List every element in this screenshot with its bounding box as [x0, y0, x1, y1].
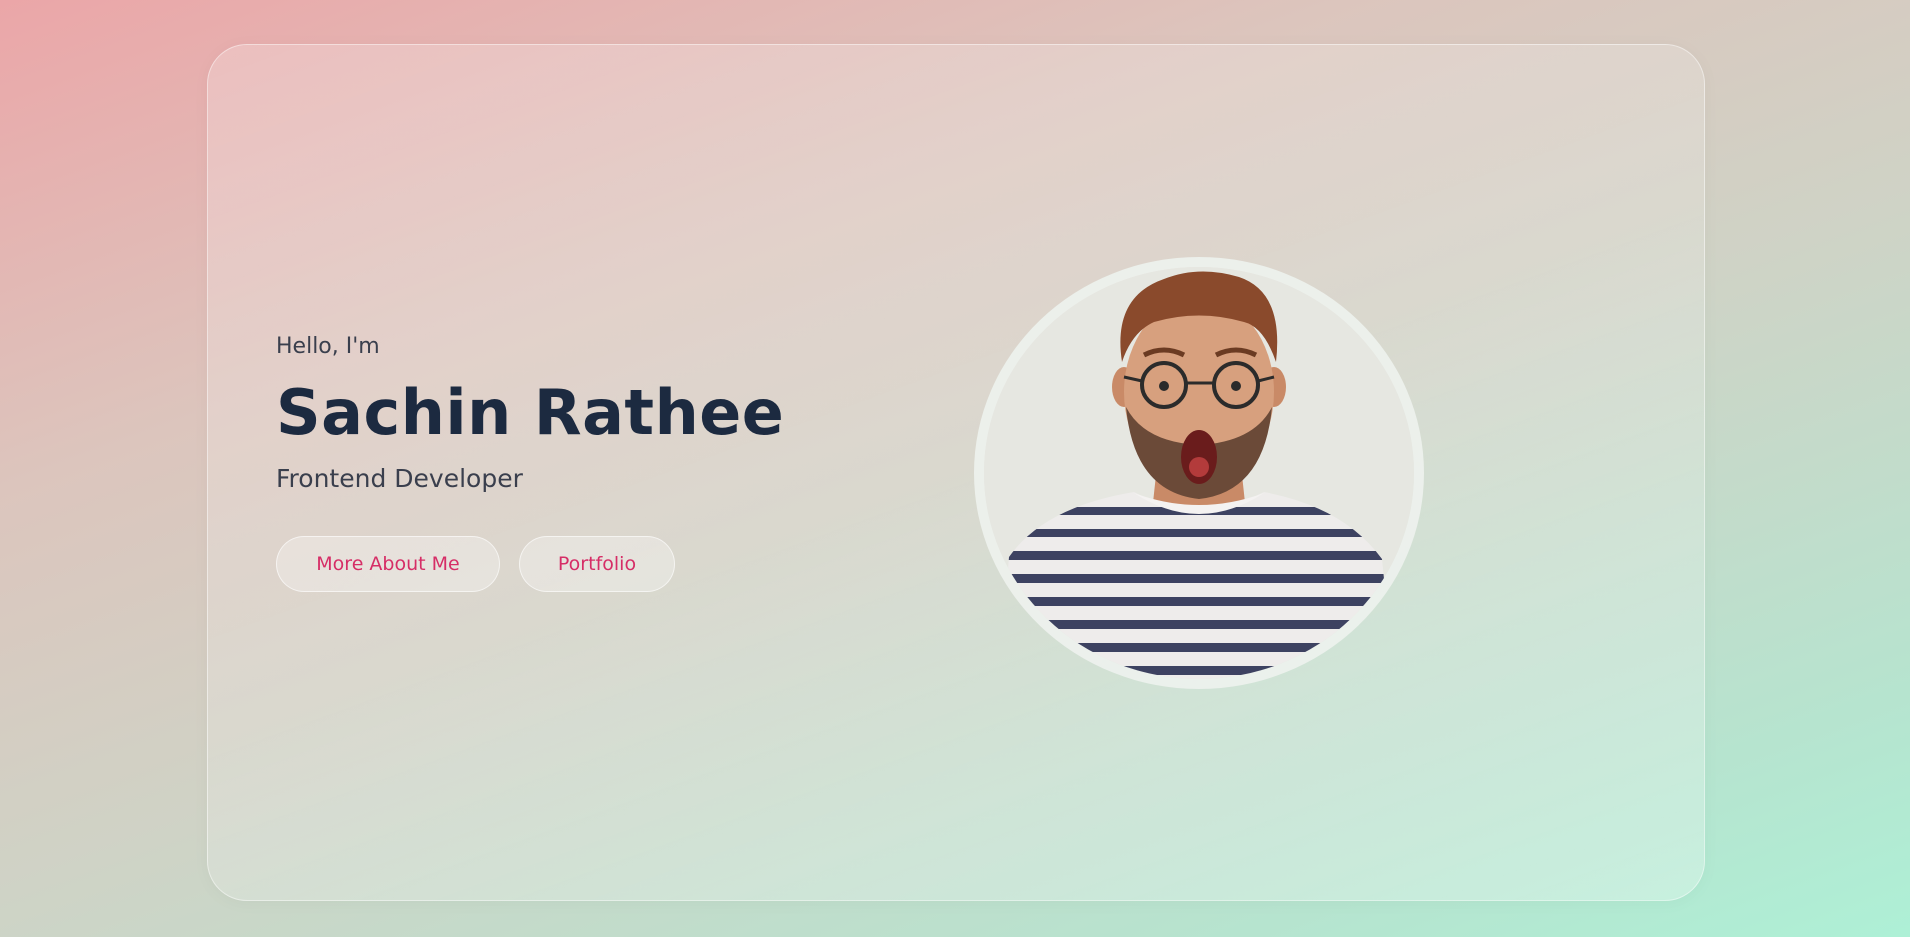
avatar	[974, 257, 1424, 689]
portfolio-button[interactable]: Portfolio	[519, 536, 675, 592]
greeting-text: Hello, I'm	[276, 334, 380, 359]
profile-photo-icon	[984, 267, 1414, 679]
more-about-me-button[interactable]: More About Me	[276, 536, 500, 592]
hero-role: Frontend Developer	[276, 464, 523, 493]
hero-name: Sachin Rathee	[276, 376, 785, 449]
